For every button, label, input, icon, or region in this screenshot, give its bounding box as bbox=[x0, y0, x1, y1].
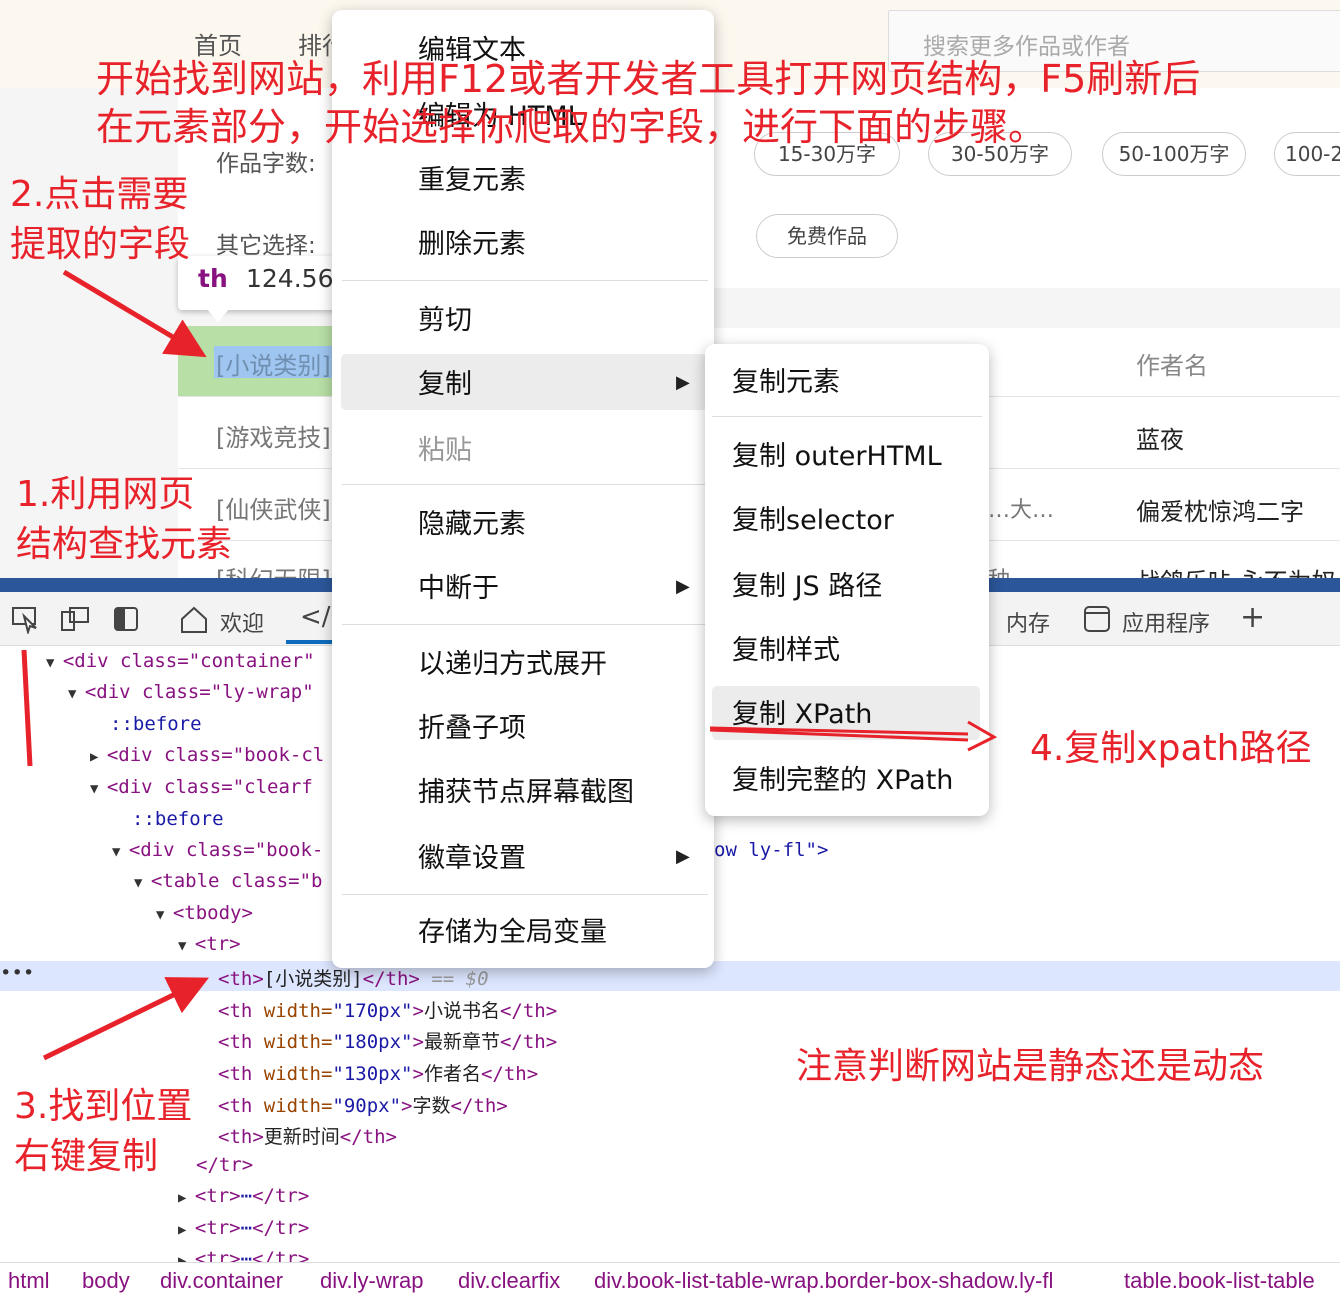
arrow-step2 bbox=[62, 269, 207, 358]
arrow-step3 bbox=[42, 977, 209, 1061]
annotation-arrows bbox=[21, 269, 998, 1061]
arrow-step4 bbox=[709, 720, 998, 752]
arrow-step1 bbox=[21, 649, 33, 767]
